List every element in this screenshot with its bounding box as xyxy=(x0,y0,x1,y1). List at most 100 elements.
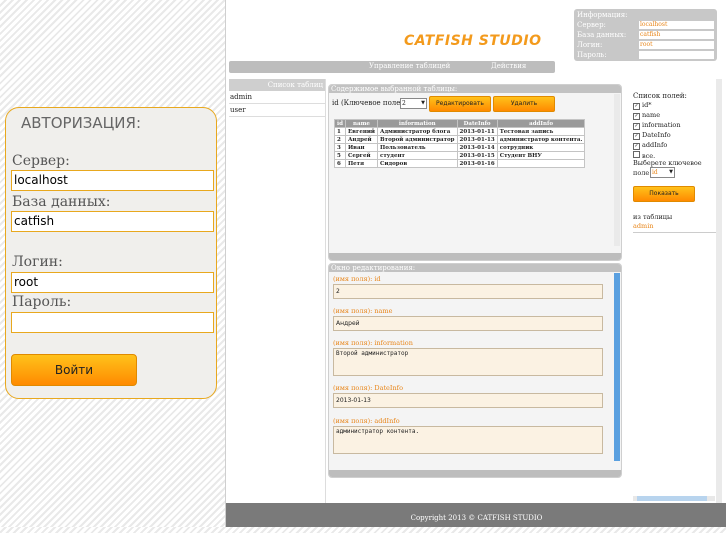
cell: 2 xyxy=(334,135,346,144)
cell: 2013-01-16 xyxy=(456,159,498,168)
table-row[interactable]: 2 Андрей Второй администратор 2013-01-13… xyxy=(334,135,586,144)
fields-title: Список полей: xyxy=(633,92,687,100)
checkbox-label: information xyxy=(642,121,681,129)
editor-panel: Окно редактирования: (имя поля): id 2 (и… xyxy=(328,263,622,478)
cell: 3 xyxy=(334,143,346,152)
field-checkbox-name[interactable]: ✓ name xyxy=(633,111,660,120)
fields-pane: Список полей: ✓ id* ✓ name ✓ information ✓ D… xyxy=(631,79,722,503)
edit-button[interactable]: Редактировать xyxy=(429,96,491,112)
connection-info: Информация: Сервер: localhost База данны… xyxy=(574,9,717,61)
cell: Петя xyxy=(344,159,379,168)
info-db-value: catfish xyxy=(639,31,714,39)
cell: 2013-01-15 xyxy=(456,151,498,160)
cell: 2013-01-11 xyxy=(456,127,498,136)
login-input[interactable]: root xyxy=(11,272,214,293)
checkbox-icon[interactable]: ✓ xyxy=(633,143,640,150)
table-item-user[interactable]: user xyxy=(229,104,325,117)
logo: CATFISH STUDIO xyxy=(404,33,542,49)
key-select[interactable]: 2 ▼ xyxy=(400,98,427,109)
checkbox-label: DateInfo xyxy=(642,131,671,139)
checkbox-icon[interactable]: ✓ xyxy=(633,113,640,120)
fields-vscrollbar[interactable] xyxy=(716,79,722,503)
fields-hscrollbar[interactable] xyxy=(633,496,715,501)
cell: 6 xyxy=(334,159,346,168)
table-list-header: Список таблиц xyxy=(229,79,325,91)
field-input-name[interactable]: Андрей xyxy=(333,316,603,331)
content-scrollbar[interactable] xyxy=(614,94,620,246)
delete-button[interactable]: Удалить xyxy=(493,96,555,112)
checkbox-icon[interactable] xyxy=(633,151,640,158)
from-table-label: из таблицы xyxy=(633,213,673,221)
column-header: addInfo xyxy=(496,119,586,128)
table-header-row: id name information DateInfo addInfo xyxy=(334,119,586,128)
column-header: information xyxy=(377,119,458,128)
info-db-label: База данных: xyxy=(577,31,627,39)
table-row[interactable]: 6 Петя Сидоров 2013-01-16 xyxy=(334,159,586,168)
cell: Сидоров xyxy=(377,159,458,168)
field-label-addinfo: (имя поля): addInfo xyxy=(333,417,400,425)
info-password-label: Пароль: xyxy=(577,51,607,59)
field-checkbox-information[interactable]: ✓ information xyxy=(633,121,681,130)
checkbox-label: name xyxy=(642,111,661,119)
top-menu: Управление таблицей Действия xyxy=(229,61,555,73)
info-server-label: Сервер: xyxy=(577,21,606,29)
cell: студент xyxy=(377,151,458,160)
key-field-select[interactable]: id ▼ xyxy=(650,167,675,178)
checkbox-icon[interactable]: ✓ xyxy=(633,133,640,140)
cell: 2013-01-13 xyxy=(456,135,498,144)
login-button[interactable]: Войти xyxy=(11,354,137,386)
cell: Тестовая запись xyxy=(496,127,586,136)
login-panel: АВТОРИЗАЦИЯ: Сервер: localhost База данн… xyxy=(5,107,217,399)
key-select-value: 2 xyxy=(402,100,406,107)
info-title: Информация: xyxy=(577,11,628,19)
field-textarea-information[interactable]: Второй администратор xyxy=(333,348,603,376)
chevron-down-icon: ▼ xyxy=(669,169,673,175)
checkbox-icon[interactable]: ✓ xyxy=(633,103,640,110)
table-row[interactable]: 3 Иван Пользователь 2013-01-14 сотрудник xyxy=(334,143,586,152)
cell: Евгений xyxy=(344,127,379,136)
table-row[interactable]: 1 Евгений Администратор блога 2013-01-11… xyxy=(334,127,586,136)
cell xyxy=(496,159,586,168)
field-checkbox-addinfo[interactable]: ✓ addInfo xyxy=(633,141,667,150)
column-header: name xyxy=(344,119,379,128)
divider xyxy=(633,232,720,233)
menu-table-management[interactable]: Управление таблицей xyxy=(369,62,450,70)
fields-hscrollbar-thumb[interactable] xyxy=(637,496,707,501)
field-checkbox-dateinfo[interactable]: ✓ DateInfo xyxy=(633,131,671,140)
editor-scrollbar-thumb[interactable] xyxy=(614,273,620,461)
cell: Пользователь xyxy=(377,143,458,152)
editor-title: Окно редактирования: xyxy=(329,264,621,272)
checkbox-label: id* xyxy=(642,101,652,109)
cell: Иван xyxy=(344,143,379,152)
menu-actions[interactable]: Действия xyxy=(491,62,526,70)
table-row[interactable]: 5 Сергей студент 2013-01-15 Студент ВНУ xyxy=(334,151,586,160)
show-button[interactable]: Показать xyxy=(633,186,695,202)
info-login-value: root xyxy=(639,41,714,49)
checkbox-icon[interactable]: ✓ xyxy=(633,123,640,130)
column-header: id xyxy=(334,119,346,128)
content-panel: Содержимое выбранной таблицы: id (Ключев… xyxy=(328,84,622,261)
table-item-admin[interactable]: admin xyxy=(229,91,325,104)
checkbox-label: addInfo xyxy=(642,141,668,149)
server-input[interactable]: localhost xyxy=(11,170,214,191)
login-label: Логин: xyxy=(12,254,63,270)
cell: сотрудник xyxy=(496,143,586,152)
field-label-name: (имя поля): name xyxy=(333,307,393,315)
cell: Андрей xyxy=(344,135,379,144)
info-login-label: Логин: xyxy=(577,41,603,49)
from-table-value: admin xyxy=(633,222,654,230)
chevron-down-icon: ▼ xyxy=(421,100,425,106)
field-textarea-addinfo[interactable]: администратор контента. xyxy=(333,426,603,454)
footer: Copyright 2013 © CATFISH STUDIO xyxy=(226,503,726,527)
field-input-dateinfo[interactable]: 2013-01-13 xyxy=(333,393,603,408)
field-checkbox-id[interactable]: ✓ id* xyxy=(633,101,652,110)
field-input-id[interactable]: 2 xyxy=(333,284,603,299)
key-field-select-value: id xyxy=(652,169,658,176)
editor-scrollbar[interactable] xyxy=(614,273,620,461)
db-label: База данных: xyxy=(12,194,111,210)
content-panel-footer xyxy=(329,253,621,260)
cell: Второй администратор xyxy=(377,135,458,144)
password-input[interactable] xyxy=(11,312,214,333)
cell: 1 xyxy=(334,127,346,136)
db-input[interactable]: catfish xyxy=(11,211,214,232)
